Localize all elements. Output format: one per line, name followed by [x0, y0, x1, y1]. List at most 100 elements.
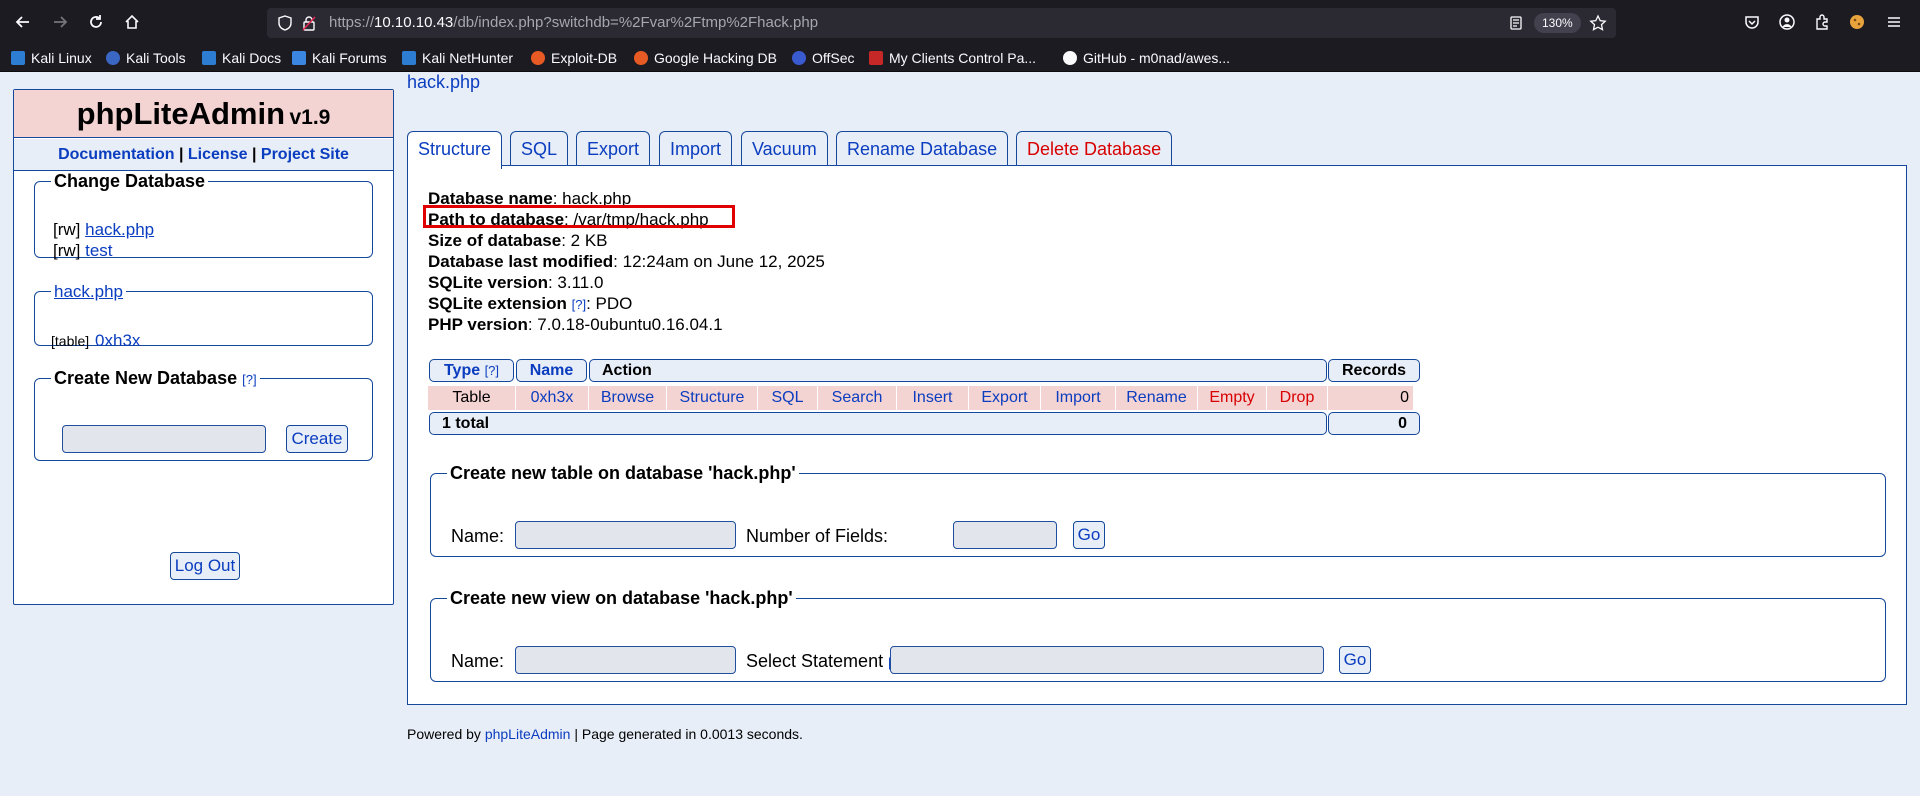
- sqlite-extension-help-link[interactable]: [?]: [572, 297, 586, 312]
- create-database-help-link[interactable]: [?]: [242, 372, 256, 387]
- bookmark-kali-forums[interactable]: Kali Forums: [292, 44, 387, 72]
- exploit-db-icon: [531, 51, 545, 65]
- home-icon[interactable]: [120, 10, 144, 34]
- bookmark-github[interactable]: GitHub - m0nad/awes...: [1063, 44, 1230, 72]
- bookmark-label: Google Hacking DB: [654, 50, 777, 66]
- cookie-extension-icon[interactable]: [1845, 10, 1869, 34]
- bookmark-exploit-db[interactable]: Exploit-DB: [531, 44, 617, 72]
- bookmark-kali-tools[interactable]: Kali Tools: [106, 44, 186, 72]
- url-host: 10.10.10.43: [374, 14, 454, 31]
- action-structure[interactable]: Structure: [666, 386, 757, 410]
- back-icon[interactable]: [11, 10, 35, 34]
- tab-vacuum[interactable]: Vacuum: [741, 131, 828, 167]
- action-import[interactable]: Import: [1040, 386, 1115, 410]
- database-link-test[interactable]: test: [85, 241, 112, 260]
- bookmark-offsec[interactable]: OffSec: [792, 44, 855, 72]
- tab-rename-database[interactable]: Rename Database: [836, 131, 1009, 167]
- action-drop[interactable]: Drop: [1266, 386, 1327, 410]
- bookmark-label: OffSec: [812, 50, 855, 66]
- new-database-input[interactable]: [62, 425, 266, 453]
- create-view-go-button[interactable]: Go: [1339, 646, 1371, 674]
- lock-warning-icon[interactable]: [301, 15, 317, 36]
- url-scheme: https://: [329, 14, 375, 31]
- shield-icon[interactable]: [277, 15, 293, 36]
- footer-phpliteadmin-link[interactable]: phpLiteAdmin: [485, 726, 571, 742]
- bookmark-my-clients[interactable]: My Clients Control Pa...: [869, 44, 1036, 72]
- pocket-icon[interactable]: [1740, 10, 1764, 34]
- logo-header: phpLiteAdmin v1.9: [14, 90, 393, 138]
- tab-export[interactable]: Export: [576, 131, 651, 167]
- page-title[interactable]: hack.php: [407, 72, 480, 93]
- action-empty[interactable]: Empty: [1197, 386, 1266, 410]
- bookmark-label: Exploit-DB: [551, 50, 618, 66]
- row-type: Table: [452, 389, 491, 406]
- row-table-name-link[interactable]: 0xh3x: [515, 386, 588, 410]
- total-label: 1 total: [429, 412, 1327, 435]
- db-permission: [rw]: [53, 241, 81, 260]
- structure-panel: Database name: hack.php Path to database…: [407, 165, 1907, 705]
- separator: |: [251, 146, 257, 163]
- license-link[interactable]: License: [188, 146, 248, 163]
- action-export[interactable]: Export: [968, 386, 1040, 410]
- bookmark-label: My Clients Control Pa...: [889, 50, 1037, 66]
- action-insert[interactable]: Insert: [896, 386, 968, 410]
- current-database-link[interactable]: hack.php: [54, 282, 123, 301]
- reader-view-icon[interactable]: [1508, 15, 1524, 36]
- create-database-legend: Create New Database [?]: [51, 368, 260, 389]
- column-header-name: Name: [516, 359, 587, 382]
- extensions-icon[interactable]: [1810, 10, 1834, 34]
- view-name-input[interactable]: [515, 646, 736, 674]
- create-view-legend: Create new view on database 'hack.php': [450, 588, 793, 608]
- github-icon: [1063, 51, 1077, 65]
- account-icon[interactable]: [1775, 10, 1799, 34]
- action-sql[interactable]: SQL: [757, 386, 817, 410]
- info-sqlite-extension: SQLite extension [?]: PDO: [428, 293, 632, 315]
- database-link-hack-php[interactable]: hack.php: [85, 220, 154, 239]
- database-tables-box: hack.php [table] 0xh3x: [34, 281, 373, 350]
- sidebar: phpLiteAdmin v1.9 Documentation | Licens…: [13, 89, 394, 605]
- forward-icon[interactable]: [48, 10, 72, 34]
- url-text[interactable]: https://10.10.10.43/db/index.php?switchd…: [329, 8, 818, 38]
- column-header-type: Type [?]: [429, 359, 514, 382]
- path-highlight-box: [423, 205, 735, 228]
- table-name-label: Name:: [451, 526, 505, 546]
- table-link-0xh3x[interactable]: 0xh3x: [95, 331, 140, 350]
- action-rename[interactable]: Rename: [1115, 386, 1197, 410]
- address-bar[interactable]: https://10.10.10.43/db/index.php?switchd…: [267, 8, 1616, 38]
- create-table-go-button[interactable]: Go: [1073, 521, 1105, 549]
- type-help-link[interactable]: [?]: [485, 363, 499, 378]
- bookmark-kali-docs[interactable]: Kali Docs: [202, 44, 281, 72]
- info-value: : 7.0.18-0ubuntu0.16.04.1: [527, 315, 723, 334]
- name-header-link[interactable]: Name: [530, 362, 574, 379]
- bookmark-star-icon[interactable]: [1589, 14, 1607, 37]
- tab-import[interactable]: Import: [659, 131, 733, 167]
- doc-links: Documentation | License | Project Site: [14, 139, 393, 171]
- separator: |: [178, 146, 184, 163]
- bookmark-google-hacking-db[interactable]: Google Hacking DB: [634, 44, 777, 72]
- browser-toolbar: https://10.10.10.43/db/index.php?switchd…: [0, 0, 1920, 44]
- tab-structure[interactable]: Structure: [407, 131, 503, 169]
- action-browse[interactable]: Browse: [588, 386, 666, 410]
- select-statement-input[interactable]: [890, 646, 1324, 674]
- number-of-fields-input[interactable]: [953, 521, 1057, 549]
- zoom-level[interactable]: 130%: [1534, 13, 1581, 33]
- table-name-input[interactable]: [515, 521, 736, 549]
- kali-icon: [11, 51, 25, 65]
- action-search[interactable]: Search: [817, 386, 896, 410]
- logout-button[interactable]: Log Out: [170, 552, 240, 580]
- project-site-link[interactable]: Project Site: [261, 146, 349, 163]
- reload-icon[interactable]: [84, 10, 108, 34]
- documentation-link[interactable]: Documentation: [58, 146, 174, 163]
- menu-icon[interactable]: [1882, 10, 1906, 34]
- bookmark-label: Kali Docs: [222, 50, 282, 66]
- number-of-fields-label: Number of Fields:: [746, 526, 889, 546]
- tab-delete-database[interactable]: Delete Database: [1016, 131, 1173, 167]
- bookmark-kali-linux[interactable]: Kali Linux: [11, 44, 92, 72]
- bookmark-kali-nethunter[interactable]: Kali NetHunter: [402, 44, 513, 72]
- app-logo: phpLiteAdmin: [76, 96, 286, 131]
- type-header-link[interactable]: Type: [444, 362, 480, 379]
- database-item: [rw] test: [53, 241, 113, 261]
- select-statement-label: Select Statement [?]:: [746, 651, 908, 672]
- tab-sql[interactable]: SQL: [510, 131, 569, 167]
- create-database-button[interactable]: Create: [286, 425, 348, 453]
